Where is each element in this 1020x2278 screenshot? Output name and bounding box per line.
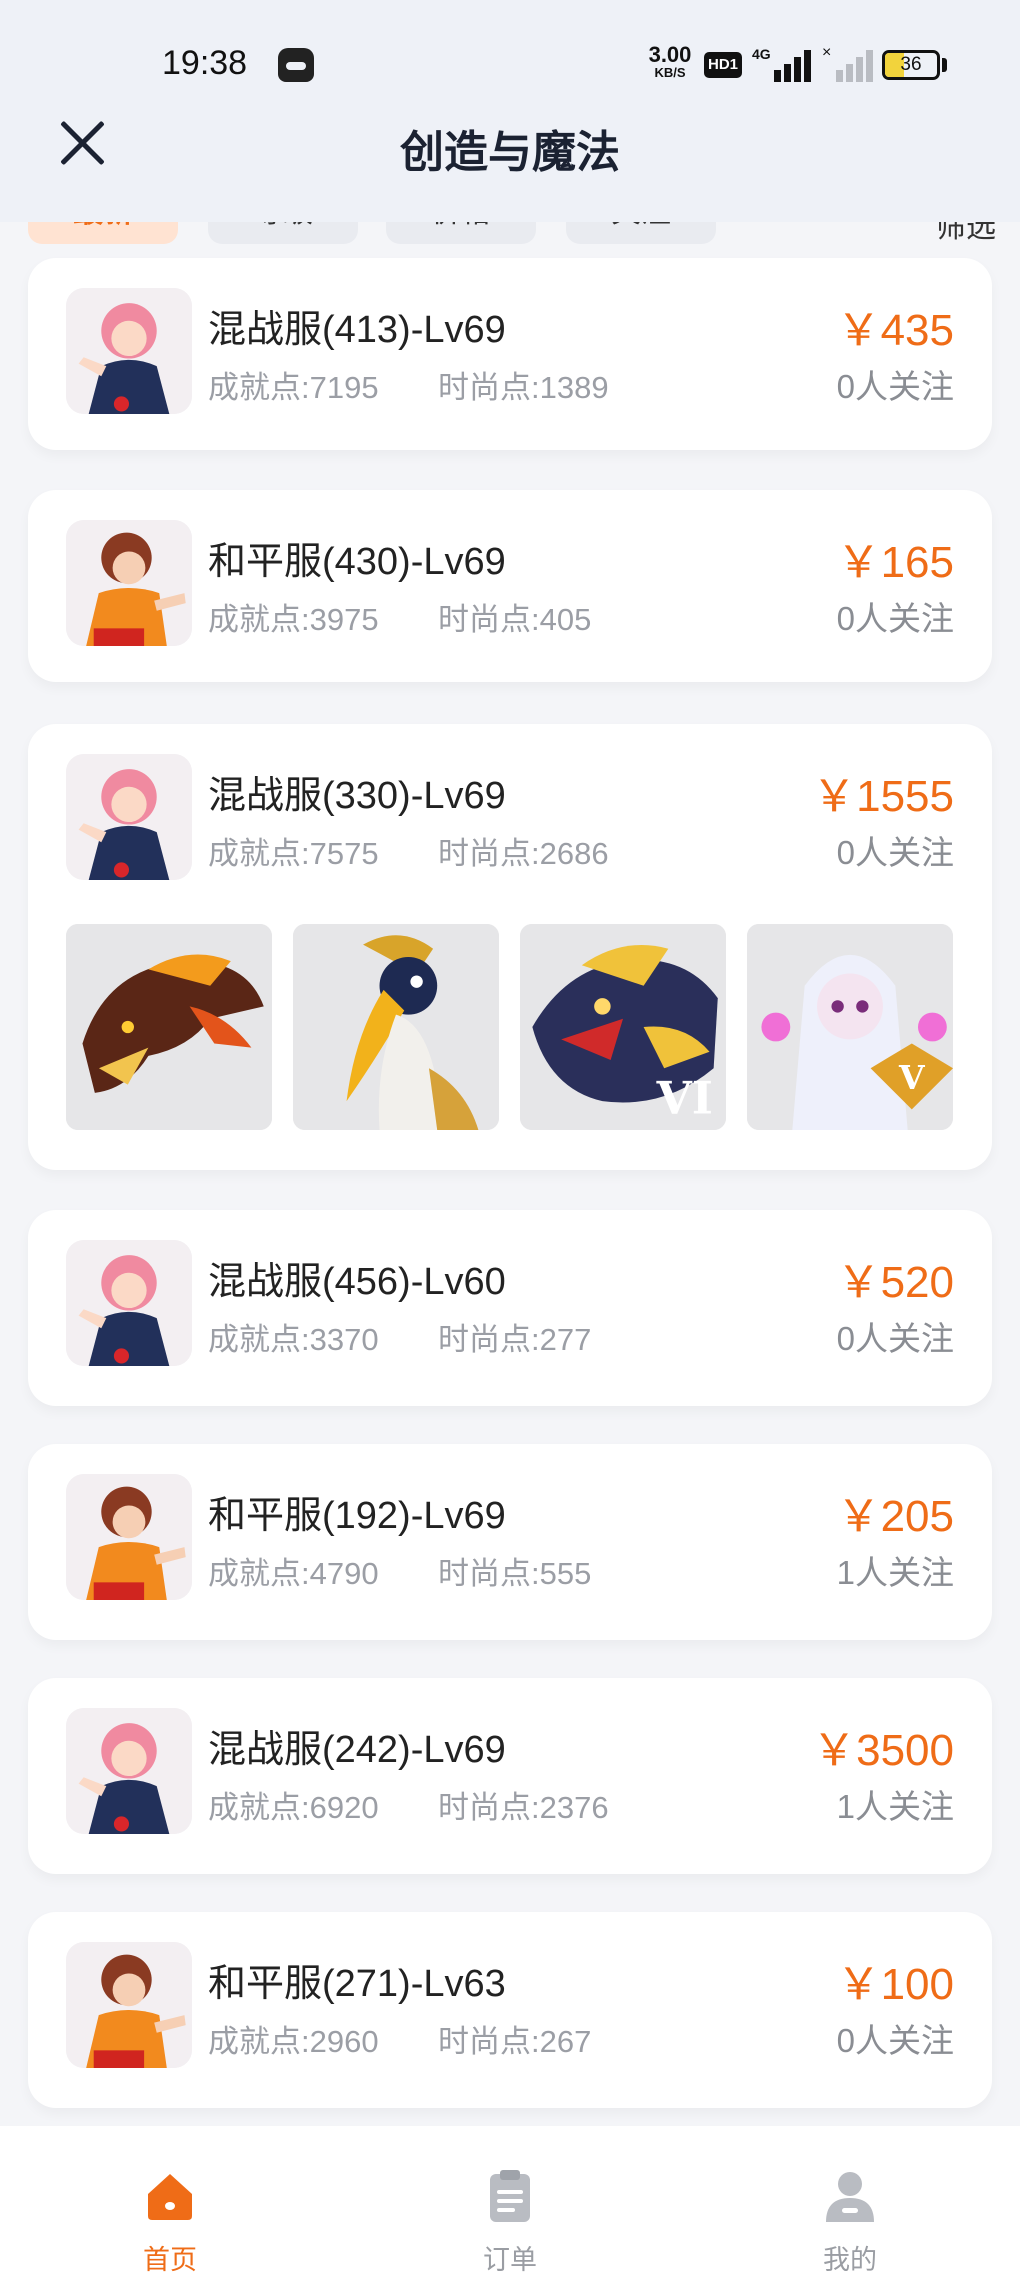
- home-icon: [148, 2174, 192, 2220]
- listing-title: 和平服(430)-Lv69: [208, 541, 506, 583]
- network-speed-unit: KB/S: [654, 65, 686, 80]
- status-time: 19:38: [162, 44, 248, 82]
- listing-price: ￥520: [836, 1258, 954, 1307]
- achievement-points: 成就点:7575: [208, 836, 379, 871]
- item-thumbnails: VI V: [66, 924, 954, 1130]
- network-speed: 3.00 KB/S: [642, 44, 698, 80]
- pink-hair-girl-avatar: [66, 288, 192, 414]
- listing-card[interactable]: 混战服(413)-Lv69 成就点:7195 时尚点:1389 ￥435 0人关…: [28, 258, 992, 450]
- filter-bar: 最新 等级 价格 关注 筛选: [0, 222, 1020, 244]
- golden-dragon-mount-thumbnail[interactable]: VI: [520, 924, 726, 1130]
- battery-icon: 36: [882, 50, 940, 80]
- follower-count: 1人关注: [836, 1788, 954, 1825]
- listing-title: 混战服(413)-Lv69: [208, 309, 506, 351]
- listing-title: 混战服(456)-Lv60: [208, 1261, 506, 1303]
- bottom-tab-bar: 首页 订单 我的: [0, 2126, 1020, 2278]
- fashion-points: 时尚点:2376: [438, 1790, 609, 1825]
- white-spirit-pet-thumbnail[interactable]: V: [747, 924, 953, 1130]
- fashion-points: 时尚点:277: [438, 1322, 592, 1357]
- pink-hair-girl-avatar: [66, 1708, 192, 1834]
- fire-dragon-mount-thumbnail[interactable]: [66, 924, 272, 1130]
- achievement-points: 成就点:3975: [208, 602, 379, 637]
- tab-home-label: 首页: [143, 2245, 197, 2275]
- pink-hair-girl-avatar: [66, 1240, 192, 1366]
- follower-count: 1人关注: [836, 1554, 954, 1591]
- network-speed-value: 3.00: [648, 42, 692, 67]
- fashion-points: 时尚点:405: [438, 602, 592, 637]
- listing-title: 混战服(242)-Lv69: [208, 1729, 506, 1771]
- pink-hair-girl-avatar: [66, 754, 192, 880]
- fashion-points: 时尚点:267: [438, 2024, 592, 2059]
- tab-mine-label: 我的: [823, 2245, 877, 2275]
- app-header: 19:38 3.00 KB/S HD1 4G × 36 创造与魔法: [0, 0, 1020, 222]
- listing-title: 混战服(330)-Lv69: [208, 775, 506, 817]
- svg-text:V: V: [898, 1058, 926, 1097]
- tab-home[interactable]: 首页: [70, 2126, 270, 2278]
- achievement-points: 成就点:4790: [208, 1556, 379, 1591]
- fashion-points: 时尚点:555: [438, 1556, 592, 1591]
- follower-count: 0人关注: [836, 834, 954, 871]
- filter-chip-latest[interactable]: 最新: [28, 222, 178, 244]
- listing-price: ￥1555: [812, 772, 954, 821]
- listing-title: 和平服(192)-Lv69: [208, 1495, 506, 1537]
- app-notification-icon: [278, 48, 314, 82]
- filter-more-button[interactable]: 筛选: [936, 222, 996, 244]
- listing-price: ￥435: [836, 306, 954, 355]
- listing-title: 和平服(271)-Lv63: [208, 1963, 506, 2005]
- follower-count: 0人关注: [836, 368, 954, 405]
- listing-price: ￥100: [836, 1960, 954, 2009]
- hd-voice-icon: HD1: [704, 52, 742, 78]
- brown-hair-boy-avatar: [66, 1474, 192, 1600]
- status-bar: 19:38 3.00 KB/S HD1 4G × 36: [0, 0, 1020, 130]
- listing-card[interactable]: 和平服(271)-Lv63 成就点:2960 时尚点:267 ￥100 0人关注: [28, 1912, 992, 2108]
- listing-card[interactable]: 混战服(456)-Lv60 成就点:3370 时尚点:277 ￥520 0人关注: [28, 1210, 992, 1406]
- listing-price: ￥205: [836, 1492, 954, 1541]
- hornbill-bird-mount-thumbnail[interactable]: [293, 924, 499, 1130]
- listing-price: ￥3500: [812, 1726, 954, 1775]
- brown-hair-boy-avatar: [66, 520, 192, 646]
- fashion-points: 时尚点:2686: [438, 836, 609, 871]
- achievement-points: 成就点:3370: [208, 1322, 379, 1357]
- listing-card[interactable]: 混战服(330)-Lv69 成就点:7575 时尚点:2686 ￥1555 0人…: [28, 724, 992, 1170]
- battery-percent: 36: [900, 54, 922, 75]
- page-title: 创造与魔法: [400, 128, 620, 177]
- achievement-points: 成就点:2960: [208, 2024, 379, 2059]
- filter-chip-level[interactable]: 等级: [208, 222, 358, 244]
- follower-count: 0人关注: [836, 600, 954, 637]
- secondary-signal-icon: ×: [822, 44, 873, 82]
- achievement-points: 成就点:7195: [208, 370, 379, 405]
- listing-card[interactable]: 和平服(192)-Lv69 成就点:4790 时尚点:555 ￥205 1人关注: [28, 1444, 992, 1640]
- brown-hair-boy-avatar: [66, 1942, 192, 2068]
- listing-card[interactable]: 和平服(430)-Lv69 成就点:3975 时尚点:405 ￥165 0人关注: [28, 490, 992, 682]
- filter-chip-follow[interactable]: 关注: [566, 222, 716, 244]
- achievement-points: 成就点:6920: [208, 1790, 379, 1825]
- network-type-label: 4G: [752, 46, 771, 62]
- follower-count: 0人关注: [836, 2022, 954, 2059]
- listing-card[interactable]: 混战服(242)-Lv69 成就点:6920 时尚点:2376 ￥3500 1人…: [28, 1678, 992, 1874]
- tab-orders[interactable]: 订单: [410, 2126, 610, 2278]
- fashion-points: 时尚点:1389: [438, 370, 609, 405]
- tab-orders-label: 订单: [483, 2245, 537, 2275]
- svg-text:VI: VI: [656, 1071, 713, 1125]
- user-icon: [826, 2172, 874, 2222]
- clipboard-icon: [490, 2170, 530, 2222]
- tab-mine[interactable]: 我的: [750, 2126, 950, 2278]
- cellular-signal-icon: 4G: [752, 46, 812, 82]
- filter-chip-price[interactable]: 价格: [386, 222, 536, 244]
- follower-count: 0人关注: [836, 1320, 954, 1357]
- listing-price: ￥165: [836, 538, 954, 587]
